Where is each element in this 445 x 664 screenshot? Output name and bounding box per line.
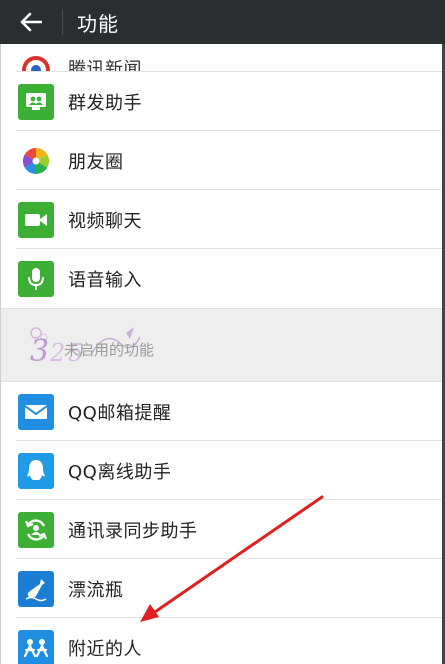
mass-send-icon	[18, 83, 54, 120]
svg-text:2: 2	[49, 339, 65, 367]
list-item-video-chat[interactable]: 视频聊天	[0, 190, 445, 249]
list-item-voice-input[interactable]: 语音输入	[0, 249, 445, 308]
list-item-label: 附近的人	[68, 638, 142, 660]
moments-icon	[18, 143, 54, 179]
list-item-label: 朋友圈	[68, 151, 124, 173]
back-arrow-icon	[20, 12, 42, 32]
list-item-label: QQ邮箱提醒	[68, 402, 172, 424]
title-bar: 功能	[0, 0, 445, 44]
list-item-contacts-sync[interactable]: 通讯录同步助手	[0, 500, 445, 559]
drift-bottle-icon	[18, 570, 54, 607]
left-edge-line	[0, 44, 1, 664]
news-icon	[18, 52, 54, 72]
list-item-tencent-news[interactable]: 腾讯新闻	[0, 44, 445, 72]
list-item-mass-send[interactable]: 群发助手	[0, 72, 445, 131]
list-item-label: QQ离线助手	[68, 461, 172, 483]
list-item-label: 腾讯新闻	[68, 59, 142, 72]
people-nearby-icon	[18, 629, 54, 664]
list-item-label: 群发助手	[68, 92, 142, 114]
feature-list: 腾讯新闻 群发助手 朋友圈 视频聊天 语音输入 3 2 5 未启用的功能 QQ邮…	[0, 44, 445, 664]
list-item-label: 语音输入	[68, 269, 142, 291]
svg-text:3: 3	[30, 334, 49, 369]
list-item-label: 漂流瓶	[68, 579, 124, 601]
list-item-drift-bottle[interactable]: 漂流瓶	[0, 559, 445, 618]
list-item-people-nearby[interactable]: 附近的人	[0, 618, 445, 664]
list-item-moments[interactable]: 朋友圈	[0, 131, 445, 190]
mail-icon	[18, 393, 54, 430]
list-item-qq-mail[interactable]: QQ邮箱提醒	[0, 382, 445, 441]
page-title: 功能	[77, 11, 119, 36]
qq-penguin-icon	[18, 452, 54, 489]
video-chat-icon	[18, 201, 54, 238]
voice-input-icon	[18, 260, 54, 297]
list-item-label: 视频聊天	[68, 210, 142, 232]
section-header-disabled: 3 2 5 未启用的功能	[0, 308, 445, 382]
back-button[interactable]	[0, 0, 62, 44]
section-label: 未启用的功能	[64, 341, 155, 359]
list-item-label: 通讯录同步助手	[68, 520, 198, 542]
list-item-qq-offline[interactable]: QQ离线助手	[0, 441, 445, 500]
contacts-sync-icon	[18, 511, 54, 548]
